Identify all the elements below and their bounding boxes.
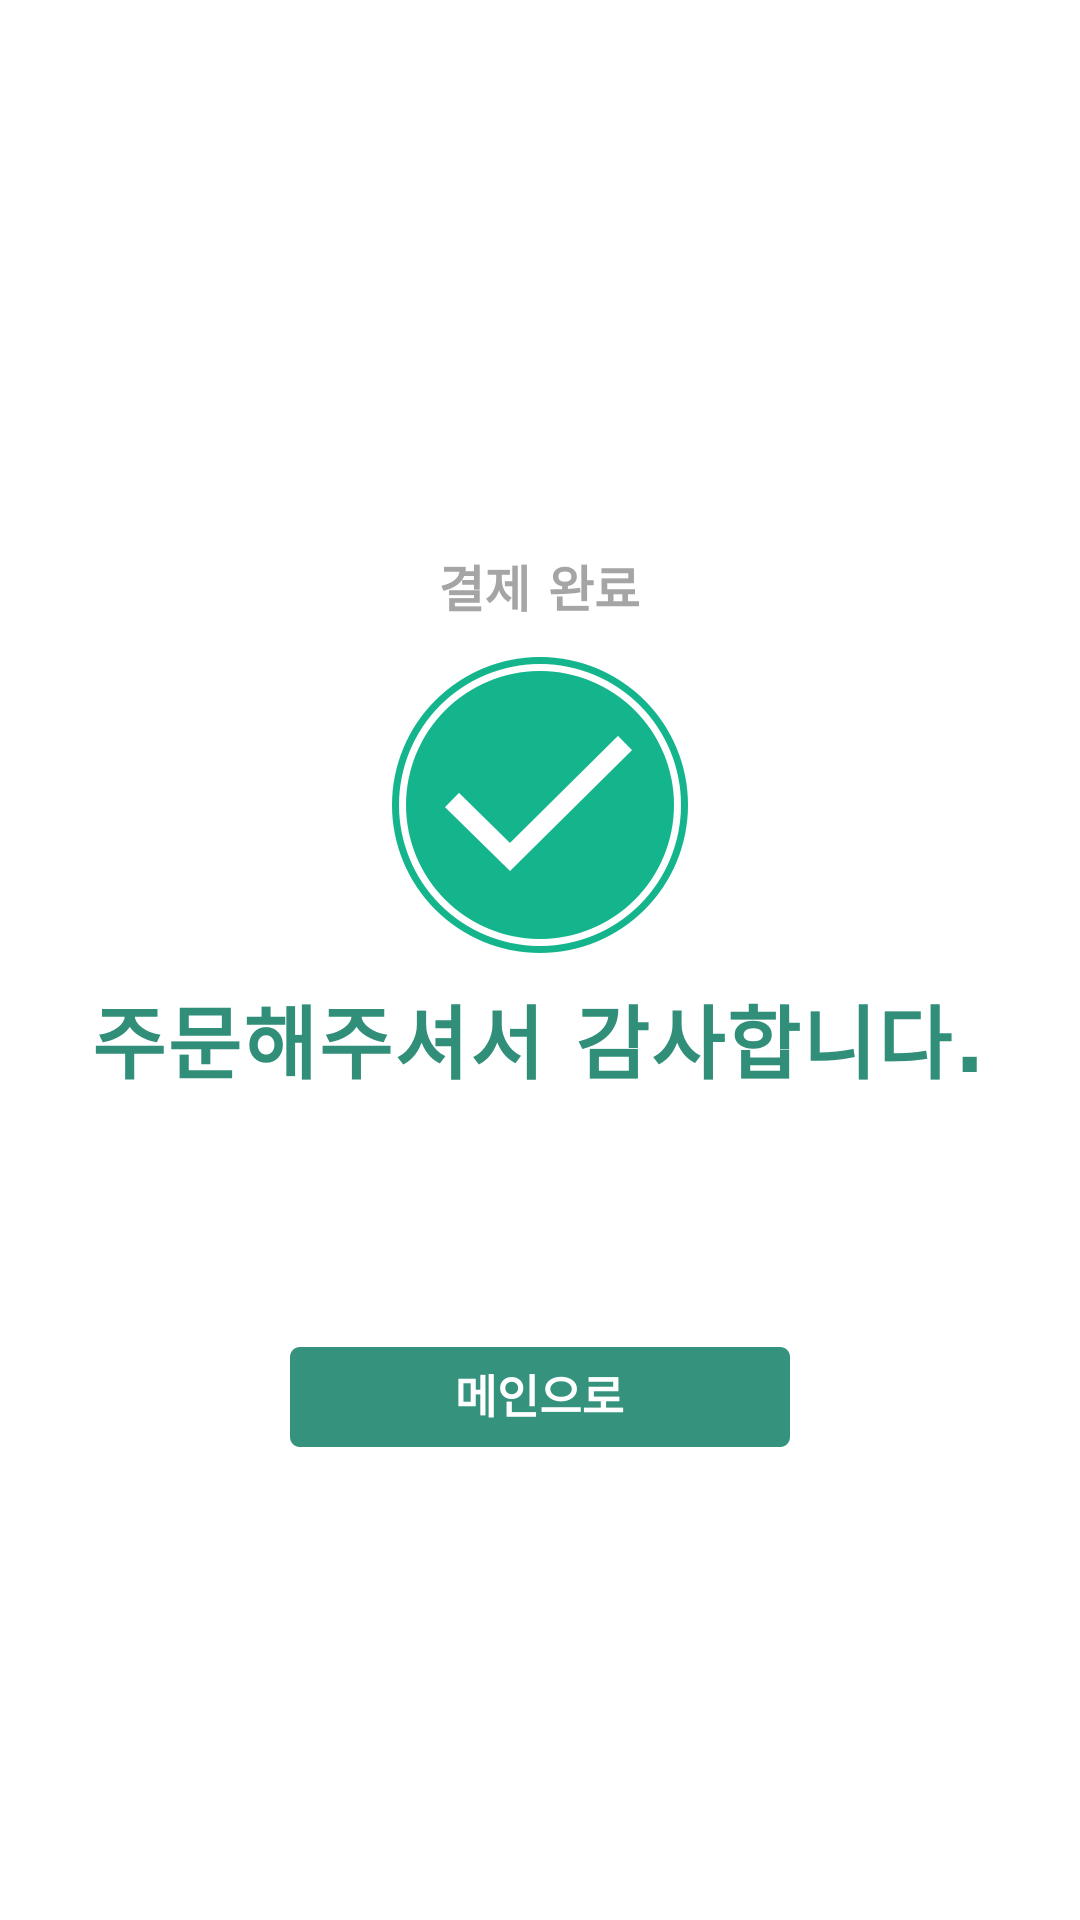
thank-you-message: 주문해주셔서 감사합니다. [93,998,987,1091]
check-circle-icon [390,655,690,955]
page-title: 결제 완료 [439,561,641,619]
go-to-main-button[interactable]: 메인으로 [290,1347,790,1447]
payment-complete-screen: 결제 완료 주문해주셔서 감사합니다. 메인으로 [0,0,1080,1920]
